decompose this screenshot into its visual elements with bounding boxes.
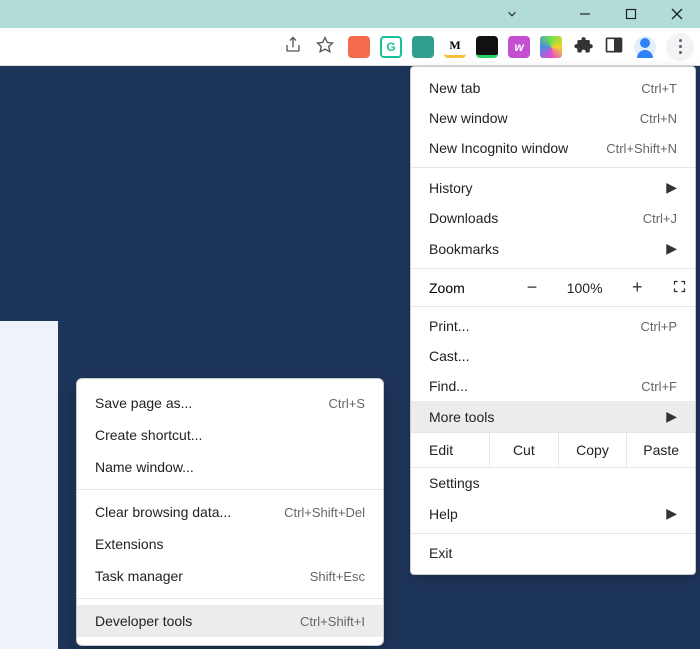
submenu-caret-icon: ▶ [666,179,677,196]
submenu-shortcut: Ctrl+S [329,396,365,411]
menu-shortcut: Ctrl+J [643,211,677,226]
close-button[interactable] [654,0,700,28]
submenu-label: Developer tools [95,613,192,629]
submenu-separator [77,489,383,490]
menu-label: More tools [429,409,494,425]
submenu-extensions[interactable]: Extensions [77,528,383,560]
extension-icons: G M w [348,36,562,58]
chevron-down-icon[interactable] [492,0,532,28]
menu-find[interactable]: Find... Ctrl+F [411,371,695,401]
maximize-button[interactable] [608,0,654,28]
submenu-label: Save page as... [95,395,192,411]
submenu-clear-browsing-data[interactable]: Clear browsing data... Ctrl+Shift+Del [77,496,383,528]
menu-separator [411,167,695,168]
menu-label: New tab [429,80,480,96]
extension-grammarly-icon[interactable]: G [380,36,402,58]
menu-shortcut: Ctrl+Shift+N [606,141,677,156]
zoom-in-button[interactable]: + [624,277,650,298]
edit-cut-button[interactable]: Cut [489,433,558,467]
edit-copy-button[interactable]: Copy [558,433,627,467]
menu-label: Find... [429,378,468,394]
menu-label: Help [429,506,458,522]
fullscreen-icon[interactable] [672,279,687,297]
zoom-label: Zoom [429,280,507,296]
menu-shortcut: Ctrl+F [641,379,677,394]
submenu-task-manager[interactable]: Task manager Shift+Esc [77,560,383,592]
menu-label: New Incognito window [429,140,568,156]
menu-shortcut: Ctrl+T [641,81,677,96]
zoom-percent: 100% [567,280,603,296]
submenu-label: Clear browsing data... [95,504,231,520]
edit-paste-button[interactable]: Paste [626,433,695,467]
extension-3-icon[interactable] [412,36,434,58]
menu-label: Bookmarks [429,241,499,257]
submenu-developer-tools[interactable]: Developer tools Ctrl+Shift+I [77,605,383,637]
menu-separator [411,533,695,534]
menu-new-tab[interactable]: New tab Ctrl+T [411,73,695,103]
side-panel-icon[interactable] [604,35,624,58]
extension-w-icon[interactable]: w [508,36,530,58]
submenu-label: Create shortcut... [95,427,202,443]
menu-new-incognito[interactable]: New Incognito window Ctrl+Shift+N [411,133,695,163]
menu-shortcut: Ctrl+N [640,111,677,126]
submenu-caret-icon: ▶ [666,505,677,522]
menu-label: Downloads [429,210,498,226]
edit-label: Edit [411,433,489,467]
menu-label: Exit [429,545,452,561]
menu-separator [411,306,695,307]
submenu-separator [77,598,383,599]
profile-avatar-icon[interactable] [634,36,656,58]
menu-label: History [429,180,473,196]
browser-toolbar: G M w [0,28,700,66]
menu-zoom: Zoom − 100% + [411,273,695,302]
submenu-shortcut: Shift+Esc [310,569,365,584]
customize-chrome-button[interactable] [666,33,694,61]
titlebar [0,0,700,28]
menu-cast[interactable]: Cast... [411,341,695,371]
menu-label: Cast... [429,348,469,364]
chrome-main-menu: New tab Ctrl+T New window Ctrl+N New Inc… [410,66,696,575]
menu-history[interactable]: History ▶ [411,172,695,203]
page-panel [0,321,58,649]
submenu-shortcut: Ctrl+Shift+I [300,614,365,629]
menu-label: New window [429,110,508,126]
submenu-save-page[interactable]: Save page as... Ctrl+S [77,387,383,419]
star-icon[interactable] [316,36,334,57]
share-icon[interactable] [284,36,302,57]
menu-bookmarks[interactable]: Bookmarks ▶ [411,233,695,264]
minimize-button[interactable] [562,0,608,28]
extension-7-icon[interactable] [540,36,562,58]
menu-edit-row: Edit Cut Copy Paste [411,432,695,468]
submenu-shortcut: Ctrl+Shift+Del [284,505,365,520]
menu-label: Settings [429,475,480,491]
extensions-puzzle-icon[interactable] [574,35,594,58]
submenu-create-shortcut[interactable]: Create shortcut... [77,419,383,451]
menu-more-tools[interactable]: More tools ▶ [411,401,695,432]
submenu-label: Task manager [95,568,183,584]
submenu-label: Extensions [95,536,163,552]
menu-downloads[interactable]: Downloads Ctrl+J [411,203,695,233]
menu-help[interactable]: Help ▶ [411,498,695,529]
zoom-out-button[interactable]: − [519,277,545,298]
menu-exit[interactable]: Exit [411,538,695,568]
submenu-caret-icon: ▶ [666,240,677,257]
extension-5-icon[interactable] [476,36,498,58]
menu-shortcut: Ctrl+P [641,319,677,334]
menu-settings[interactable]: Settings [411,468,695,498]
extension-m-icon[interactable]: M [444,36,466,58]
submenu-label: Name window... [95,459,194,475]
menu-print[interactable]: Print... Ctrl+P [411,311,695,341]
menu-separator [411,268,695,269]
menu-label: Print... [429,318,469,334]
menu-new-window[interactable]: New window Ctrl+N [411,103,695,133]
more-tools-submenu: Save page as... Ctrl+S Create shortcut..… [76,378,384,646]
submenu-name-window[interactable]: Name window... [77,451,383,483]
extension-1-icon[interactable] [348,36,370,58]
submenu-caret-icon: ▶ [666,408,677,425]
